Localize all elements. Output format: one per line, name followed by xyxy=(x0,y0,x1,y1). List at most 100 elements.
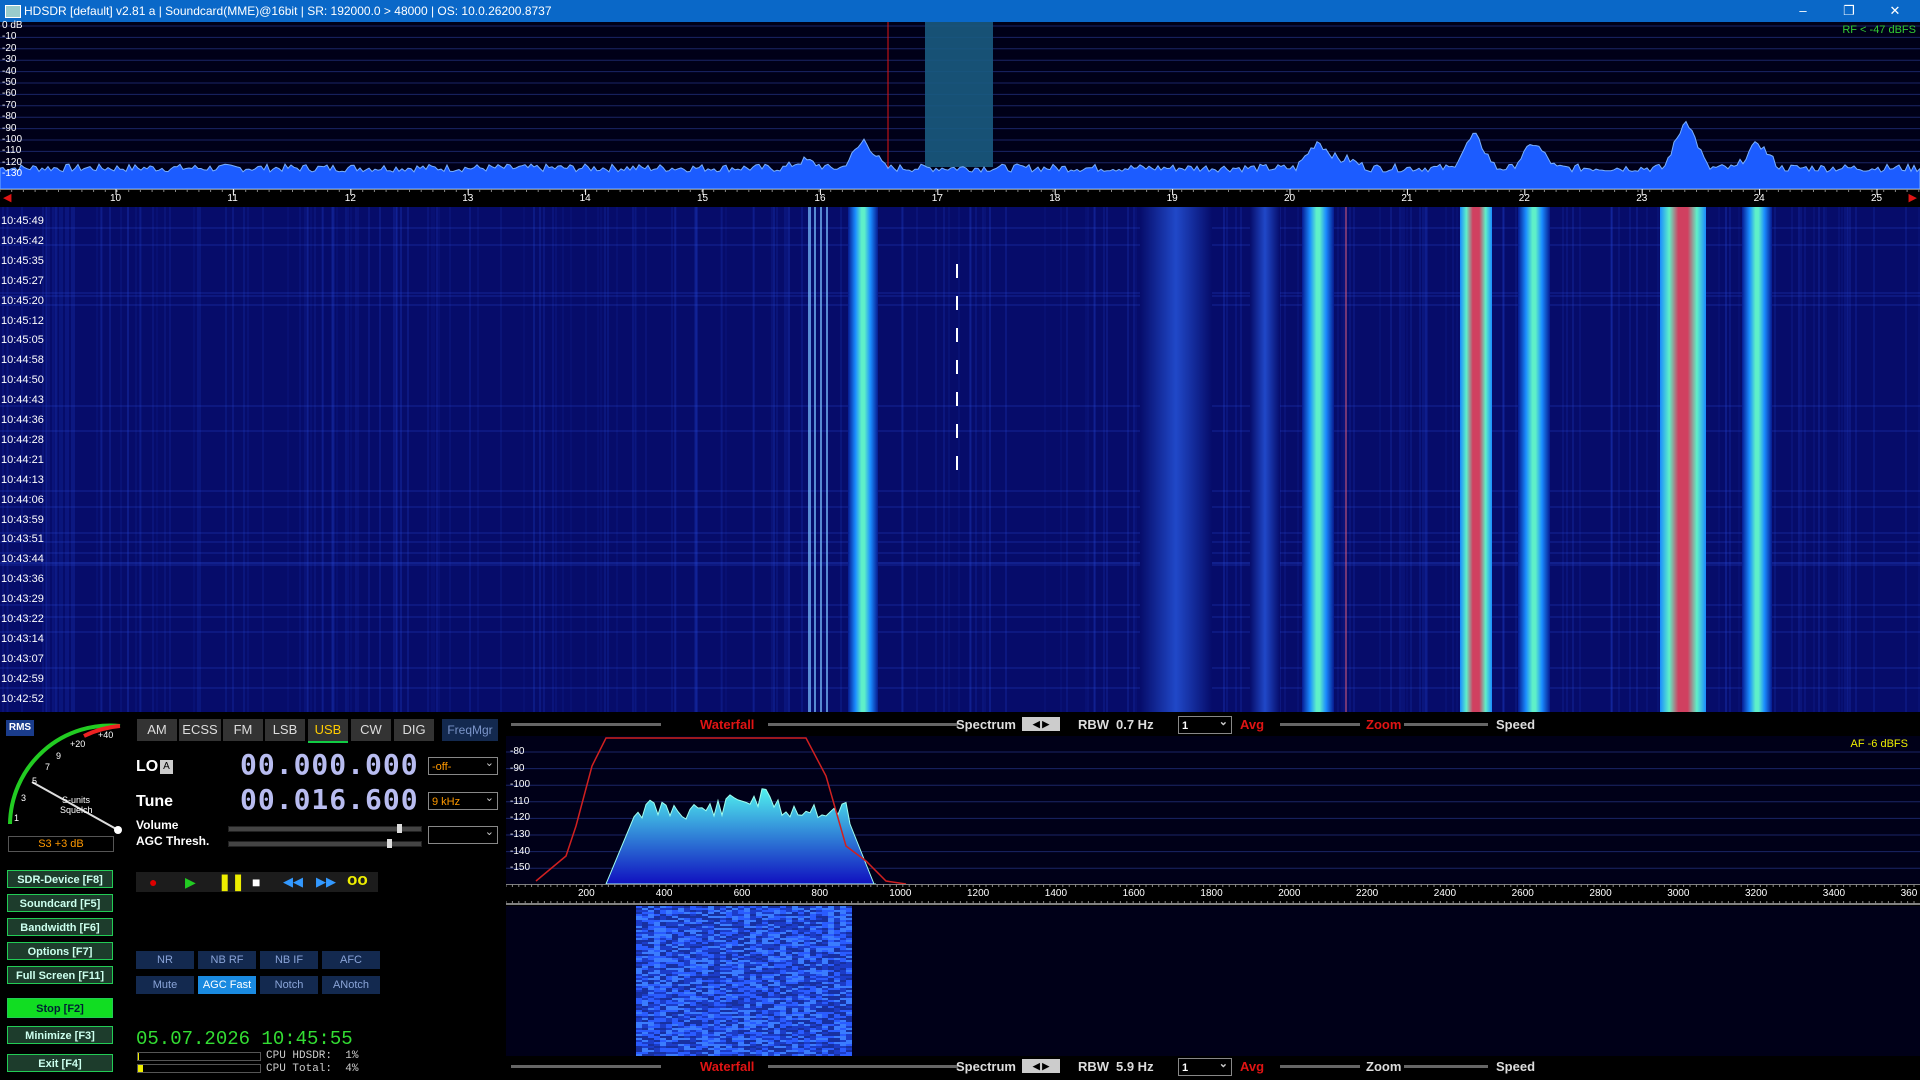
options-button[interactable]: Options [F7] xyxy=(7,942,113,960)
notch-button[interactable]: Notch xyxy=(260,976,318,994)
window-title: HDSDR [default] v2.81 a | Soundcard(MME)… xyxy=(24,4,552,18)
nb-if-button[interactable]: NB IF xyxy=(260,951,318,969)
rf-freq-tick-label: 22 xyxy=(1518,193,1530,204)
agc-select[interactable] xyxy=(428,823,498,844)
lo-frequency-display[interactable]: 00.000.000 xyxy=(240,748,419,781)
nr-button[interactable]: NR xyxy=(136,951,194,969)
af-freq-tick-label: 2800 xyxy=(1589,888,1612,899)
af-zoom-label: Zoom xyxy=(1366,1059,1402,1074)
scroll-left-icon[interactable]: ◀ xyxy=(3,191,11,204)
af-spectrum[interactable]: -80 -90 -100 -110 -120 -130 -140 -150 AF -6 dBF… xyxy=(506,736,1920,884)
exit-button[interactable]: Exit [F4] xyxy=(7,1054,113,1072)
record-icon[interactable]: ● xyxy=(149,874,157,890)
rf-db-label: -100 xyxy=(2,134,23,145)
volume-label: Volume xyxy=(136,818,179,832)
af-freq-tick-label: 600 xyxy=(733,888,751,899)
stop-icon[interactable]: ■ xyxy=(252,874,260,890)
waterfall-timestamp: 10:42:59 xyxy=(1,672,44,685)
mode-lsb-button[interactable]: LSB xyxy=(265,719,305,741)
pause-icon[interactable]: ❚❚ xyxy=(218,872,245,892)
af-freq-tick-label: 360 xyxy=(1900,888,1918,899)
af-db-label: -100 xyxy=(510,779,531,791)
rf-spectrum[interactable]: 0 dB -10 -20 -30 -40 -50 -60 -70 -80 -90 -100 -110-… xyxy=(0,21,1920,189)
nb-rf-button[interactable]: NB RF xyxy=(198,951,256,969)
minimize-window-button[interactable]: – xyxy=(1780,0,1826,22)
af-freq-tick-label: 1400 xyxy=(1044,888,1068,899)
agc-fast-button[interactable]: AGC Fast xyxy=(198,976,256,994)
rf-db-label: -110 xyxy=(2,145,22,157)
mode-ecss-button[interactable]: ECSS xyxy=(179,719,221,741)
tune-label: Tune xyxy=(136,793,174,810)
rf-waterfall[interactable]: 10:45:49 10:45:42 10:45:35 10:45:27 10:45:20… xyxy=(0,207,1920,712)
af-speed-slider[interactable] xyxy=(1404,1065,1488,1068)
waterfall-timestamp: 10:45:42 xyxy=(1,234,44,247)
rf-frequency-axis[interactable]: ◀ ▶ 10 11 12 13 14 15 16 17 18 19 20 21 22 23 24 25 xyxy=(0,189,1920,207)
af-level-readout: AF -6 dBFS xyxy=(1850,738,1908,750)
cpu-hdsdr-bar xyxy=(137,1052,261,1061)
play-icon[interactable]: ▶ xyxy=(185,874,196,891)
rewind-icon[interactable]: ◀◀ xyxy=(283,874,303,890)
af-freq-tick-label: 800 xyxy=(811,888,829,899)
af-spectrum-level-slider[interactable] xyxy=(768,1065,958,1068)
waterfall-timestamp: 10:43:51 xyxy=(1,533,44,546)
avg-select[interactable]: 1 xyxy=(1178,713,1232,734)
volume-slider[interactable] xyxy=(228,824,422,833)
tune-step-select[interactable]: 9 kHz xyxy=(428,789,498,810)
af-freq-tick-label: 3200 xyxy=(1745,888,1768,899)
loop-icon[interactable]: oo xyxy=(347,870,368,890)
lo-label: LO xyxy=(136,758,159,775)
mode-cw-button[interactable]: CW xyxy=(351,719,391,741)
full-screen-button[interactable]: Full Screen [F11] xyxy=(7,966,113,984)
app-icon xyxy=(5,5,21,18)
rf-db-label: -10 xyxy=(2,31,17,43)
anotch-button[interactable]: ANotch xyxy=(322,976,380,994)
af-waterfall-contrast-slider[interactable] xyxy=(511,1065,661,1068)
rbw-value: 0.7 Hz xyxy=(1116,717,1154,732)
waterfall-timestamp: 10:44:36 xyxy=(1,414,44,426)
cpu-hdsdr-label: CPU HDSDR: 1% xyxy=(266,1050,359,1062)
waterfall-timestamp: 10:44:06 xyxy=(1,493,44,506)
bandwidth-button[interactable]: Bandwidth [F6] xyxy=(7,918,113,936)
waterfall-timestamp: 10:44:21 xyxy=(1,453,44,466)
maximize-window-button[interactable]: ❐ xyxy=(1826,0,1872,22)
mode-am-button[interactable]: AM xyxy=(137,719,177,741)
mode-dig-button[interactable]: DIG xyxy=(394,719,434,741)
mute-button[interactable]: Mute xyxy=(136,976,194,994)
datetime-display: 05.07.2026 10:45:55 xyxy=(136,1028,353,1050)
fast-forward-icon[interactable]: ▶▶ xyxy=(316,874,336,890)
zoom-slider[interactable] xyxy=(1280,723,1360,726)
af-zoom-slider[interactable] xyxy=(1280,1065,1360,1068)
freqmgr-button[interactable]: FreqMgr xyxy=(442,719,498,741)
af-frequency-axis[interactable]: 200 400 600 800 1000 1200 1400 1600 1800 2000 2200… xyxy=(506,884,1920,906)
stop-button[interactable]: Stop [F2] xyxy=(7,998,113,1018)
waterfall-contrast-slider[interactable] xyxy=(511,723,661,726)
minimize-button[interactable]: Minimize [F3] xyxy=(7,1026,113,1044)
agc-thresh-slider[interactable] xyxy=(228,839,422,848)
mode-usb-button[interactable]: USB xyxy=(308,719,348,743)
af-db-label: -80 xyxy=(510,746,525,757)
waterfall-timestamp: 10:43:36 xyxy=(1,573,44,586)
sdr-device-button[interactable]: SDR-Device [F8] xyxy=(7,870,113,888)
af-spectrum-label: Spectrum xyxy=(956,1059,1016,1074)
mode-fm-button[interactable]: FM xyxy=(223,719,263,741)
af-waterfall[interactable] xyxy=(506,906,1920,1056)
rf-db-label: -20 xyxy=(2,42,17,54)
spectrum-level-slider[interactable] xyxy=(768,723,958,726)
af-db-label: -140 xyxy=(510,845,531,857)
tune-frequency-display[interactable]: 00.016.600 xyxy=(240,783,419,816)
waterfall-timestamp: 10:44:28 xyxy=(1,433,44,446)
waterfall-image xyxy=(0,207,1920,712)
afc-button[interactable]: AFC xyxy=(322,951,380,969)
lo-step-select[interactable]: -off- xyxy=(428,754,498,775)
spectrum-arrows[interactable]: ◀ ▶ xyxy=(1022,717,1060,731)
af-spectrum-arrows[interactable]: ◀ ▶ xyxy=(1022,1059,1060,1073)
close-window-button[interactable]: ✕ xyxy=(1872,0,1918,22)
scroll-right-icon[interactable]: ▶ xyxy=(1909,191,1917,204)
speed-slider[interactable] xyxy=(1404,723,1488,726)
title-bar[interactable]: HDSDR [default] v2.81 a | Soundcard(MME)… xyxy=(0,0,1920,22)
soundcard-button[interactable]: Soundcard [F5] xyxy=(7,894,113,912)
lo-a-button[interactable]: A xyxy=(160,760,173,774)
rf-freq-tick-label: 24 xyxy=(1753,193,1765,204)
rf-freq-tick-label: 21 xyxy=(1401,193,1413,204)
af-avg-select[interactable]: 1 xyxy=(1178,1055,1232,1076)
